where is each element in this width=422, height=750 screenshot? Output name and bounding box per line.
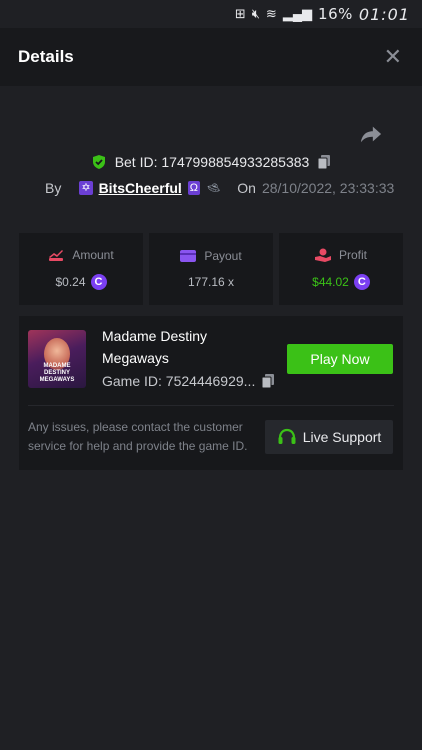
payout-stat: Payout 177.16 x: [149, 233, 273, 305]
details-content: Bet ID: 1747998854933285383 By ✡ BitsChe…: [0, 86, 422, 750]
game-card: MADAME DESTINY MEGAWAYS Madame Destiny M…: [19, 316, 403, 470]
payout-label-row: Payout: [180, 249, 242, 263]
live-support-label: Live Support: [302, 429, 382, 445]
battery-percent: 16%: [318, 5, 353, 23]
divider: [28, 405, 394, 406]
bet-id-row: Bet ID: 1747998854933285383: [0, 154, 422, 170]
level-badge-icon: Ω: [187, 181, 201, 195]
bet-id-text: Bet ID: 1747998854933285383: [115, 154, 310, 170]
page-title: Details: [18, 47, 74, 66]
ufo-icon: 🛸︎: [206, 181, 222, 195]
amount-value: $0.24: [55, 275, 86, 289]
bet-datetime: 28/10/2022, 23:33:33: [261, 180, 395, 196]
battery-saver-icon: ⊞: [234, 6, 246, 21]
payout-label: Payout: [204, 249, 242, 263]
details-header: Details ✕: [0, 28, 422, 86]
coin-icon: C: [353, 274, 370, 290]
share-icon[interactable]: [360, 124, 382, 144]
help-text: Any issues, please contact the customer …: [28, 420, 248, 453]
game-id-value: 7524446929...: [165, 373, 256, 389]
headset-icon: [278, 428, 296, 444]
payout-value: 177.16 x: [187, 275, 235, 289]
payout-value-row: 177.16 x: [188, 275, 234, 289]
amount-stat: Amount $0.24 C: [19, 233, 143, 305]
profit-label-row: Profit: [314, 248, 367, 262]
bet-stats: Amount $0.24 C Payout 177.16 x Profit $4…: [19, 233, 403, 305]
game-id-text: Game ID: 7524446929...: [102, 373, 255, 389]
bet-id-label: Bet ID:: [114, 154, 158, 170]
thumbnail-logo-text: MADAME DESTINY MEGAWAYS: [39, 363, 75, 383]
game-name: Madame Destiny Megaways: [102, 328, 208, 366]
username-link[interactable]: BitsCheerful: [99, 180, 182, 196]
game-id-row: Game ID: 7524446929...: [102, 373, 275, 389]
profit-stat: Profit $44.02 C: [279, 233, 403, 305]
game-thumbnail[interactable]: MADAME DESTINY MEGAWAYS: [28, 330, 86, 388]
by-label: By: [45, 180, 62, 196]
shield-check-icon: [92, 155, 105, 169]
game-id-label: Game ID:: [102, 373, 162, 389]
close-icon[interactable]: ✕: [384, 46, 402, 68]
amount-icon: [49, 250, 64, 261]
amount-label: Amount: [72, 248, 114, 262]
signal-icon: ▂▄▆: [282, 6, 313, 21]
amount-value-row: $0.24 C: [55, 274, 107, 290]
wifi-icon: ≋: [265, 6, 277, 21]
amount-label-row: Amount: [48, 248, 114, 262]
on-label: On: [237, 180, 256, 196]
coin-icon: C: [90, 274, 107, 290]
mute-icon: 🔇︎: [251, 6, 260, 21]
clock: 01:01: [358, 4, 410, 24]
bet-author-row: By ✡ BitsCheerful Ω 🛸︎ On 28/10/2022, 23…: [45, 180, 394, 196]
profit-label: Profit: [338, 248, 367, 262]
copy-icon[interactable]: [317, 154, 331, 170]
copy-icon[interactable]: [261, 373, 275, 389]
vip-badge-icon: ✡: [79, 181, 93, 195]
card-icon: [180, 250, 197, 262]
profit-hand-icon: [314, 248, 331, 262]
play-now-button[interactable]: Play Now: [287, 344, 393, 374]
live-support-button[interactable]: Live Support: [265, 420, 393, 454]
profit-value: $44.02: [312, 275, 349, 289]
bet-id-value: 1747998854933285383: [161, 154, 310, 170]
profit-value-row: $44.02 C: [312, 274, 370, 290]
status-bar: ⊞ 🔇︎ ≋ ▂▄▆ 16% 01:01: [0, 0, 422, 28]
